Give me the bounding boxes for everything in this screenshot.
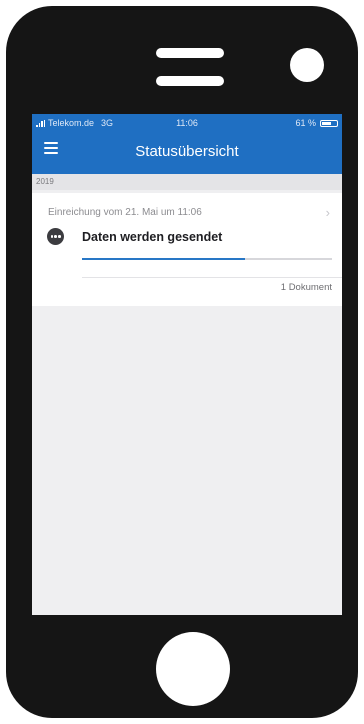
status-bar: Telekom.de 3G 11:06 61 %	[32, 114, 342, 132]
status-text: Daten werden gesendet	[82, 230, 223, 244]
home-button[interactable]	[156, 632, 230, 706]
speaker-icon	[156, 48, 224, 86]
battery-info: 61 %	[295, 118, 338, 128]
upload-progress-fill	[82, 258, 245, 260]
page-title: Statusübersicht	[135, 143, 239, 160]
submission-list-item[interactable]: Einreichung vom 21. Mai um 11:06 › Daten…	[32, 193, 342, 306]
section-header-year: 2019	[32, 174, 342, 190]
submission-date: Einreichung vom 21. Mai um 11:06	[48, 207, 202, 218]
app-header: Telekom.de 3G 11:06 61 % Statusübersicht	[32, 114, 342, 174]
upload-progress-bar	[82, 258, 332, 260]
camera-icon	[290, 48, 324, 82]
battery-icon	[320, 119, 338, 127]
divider	[82, 277, 342, 278]
battery-percent: 61 %	[295, 118, 316, 128]
chevron-right-icon: ›	[325, 205, 330, 220]
more-dots-icon	[47, 228, 64, 245]
document-count: 1 Dokument	[280, 282, 332, 293]
app-screen: Telekom.de 3G 11:06 61 % Statusübersicht…	[32, 114, 342, 615]
